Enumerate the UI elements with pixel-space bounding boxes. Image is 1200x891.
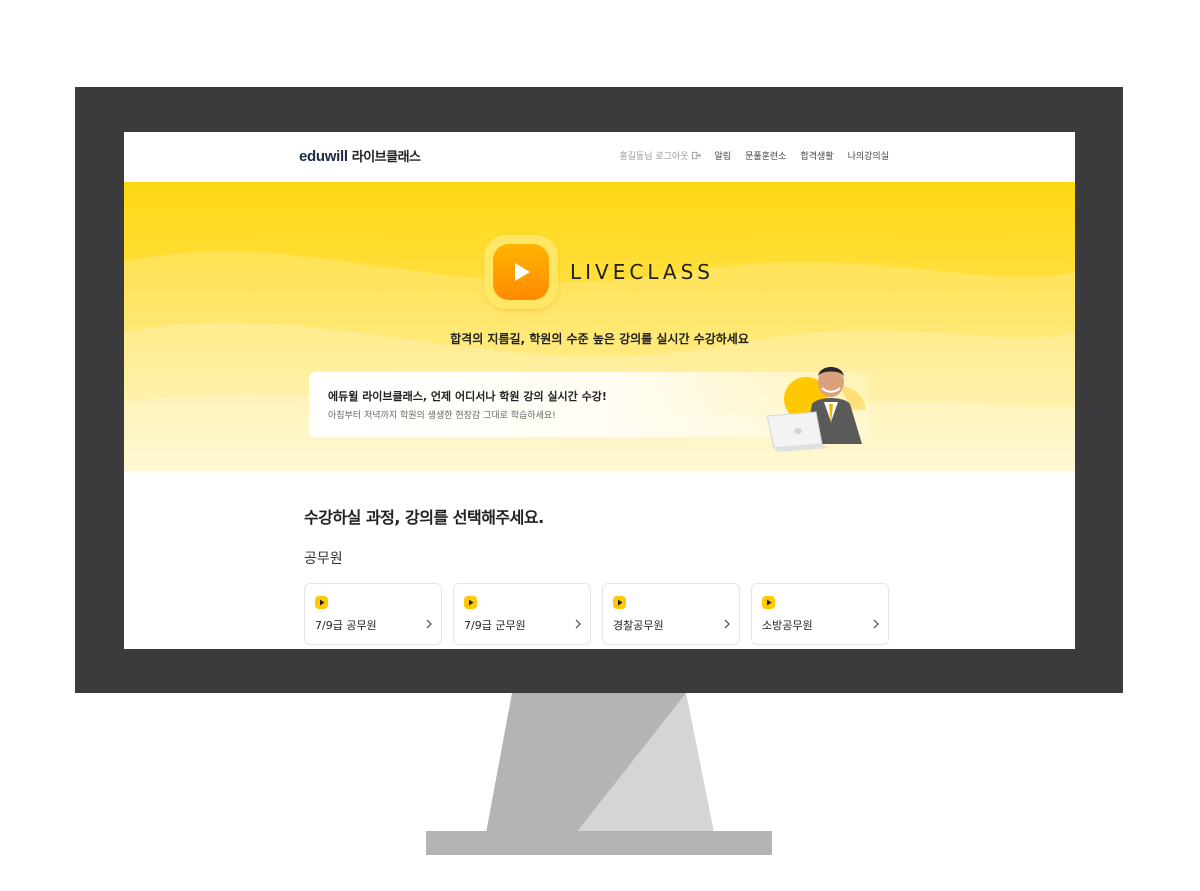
chevron-right-icon <box>426 619 432 629</box>
nav-item-practice[interactable]: 문풀훈련소 <box>745 149 786 162</box>
liveclass-title: LIVECLASS <box>570 260 714 284</box>
logout-icon <box>691 151 701 160</box>
course-label: 경찰공무원 <box>613 619 664 632</box>
course-card[interactable]: 경찰공무원 <box>602 583 740 645</box>
hero-tagline: 합격의 지름길, 학원의 수준 높은 강의를 실시간 수강하세요 <box>450 332 749 346</box>
category-heading: 공무원 <box>304 551 343 567</box>
play-icon <box>464 596 477 609</box>
promo-subtitle: 아침부터 저녁까지 학원의 생생한 현장감 그대로 학습하세요! <box>328 411 556 421</box>
logo-service-name: 라이브클래스 <box>351 150 421 165</box>
course-card-list: 7/9급 공무원 7/9급 군무원 경찰공무원 소방공무원 <box>304 583 889 645</box>
chevron-right-icon <box>724 619 730 629</box>
course-card[interactable]: 소방공무원 <box>751 583 889 645</box>
logo[interactable]: eduwill 라이브클래스 <box>299 146 421 165</box>
monitor-stand <box>486 693 714 833</box>
nav-item-life[interactable]: 합격생활 <box>800 149 833 162</box>
nav-menu: 홍길동님 로그아웃 알림 문풀훈련소 합격생활 나의강의실 <box>619 149 889 162</box>
nav-item-notifications[interactable]: 알림 <box>715 149 732 162</box>
course-label: 7/9급 공무원 <box>315 619 377 632</box>
course-card[interactable]: 7/9급 공무원 <box>304 583 442 645</box>
logo-wordmark: eduwill <box>299 148 348 165</box>
top-navigation: eduwill 라이브클래스 홍길동님 로그아웃 알림 문풀훈련소 합격생활 나… <box>124 132 1075 182</box>
nav-item-my-classroom[interactable]: 나의강의실 <box>848 149 889 162</box>
screen: eduwill 라이브클래스 홍길동님 로그아웃 알림 문풀훈련소 합격생활 나… <box>124 132 1075 649</box>
promo-title: 에듀윌 라이브클래스, 언제 어디서나 학원 강의 실시간 수강! <box>328 390 607 403</box>
user-logout-text: 홍길동님 로그아웃 <box>619 152 689 162</box>
play-icon <box>315 596 328 609</box>
instructor-illustration <box>766 367 866 452</box>
play-icon <box>762 596 775 609</box>
chevron-right-icon <box>575 619 581 629</box>
hero-banner: LIVECLASS 합격의 지름길, 학원의 수준 높은 강의를 실시간 수강하… <box>124 182 1075 471</box>
play-icon <box>515 263 530 281</box>
course-label: 7/9급 군무원 <box>464 619 526 632</box>
logout-link[interactable]: 홍길동님 로그아웃 <box>619 149 701 162</box>
play-icon <box>613 596 626 609</box>
course-card[interactable]: 7/9급 군무원 <box>453 583 591 645</box>
section-title: 수강하실 과정, 강의를 선택해주세요. <box>304 508 544 527</box>
liveclass-logo-badge <box>484 235 558 309</box>
chevron-right-icon <box>873 619 879 629</box>
monitor-base <box>426 831 772 855</box>
course-label: 소방공무원 <box>762 619 813 632</box>
